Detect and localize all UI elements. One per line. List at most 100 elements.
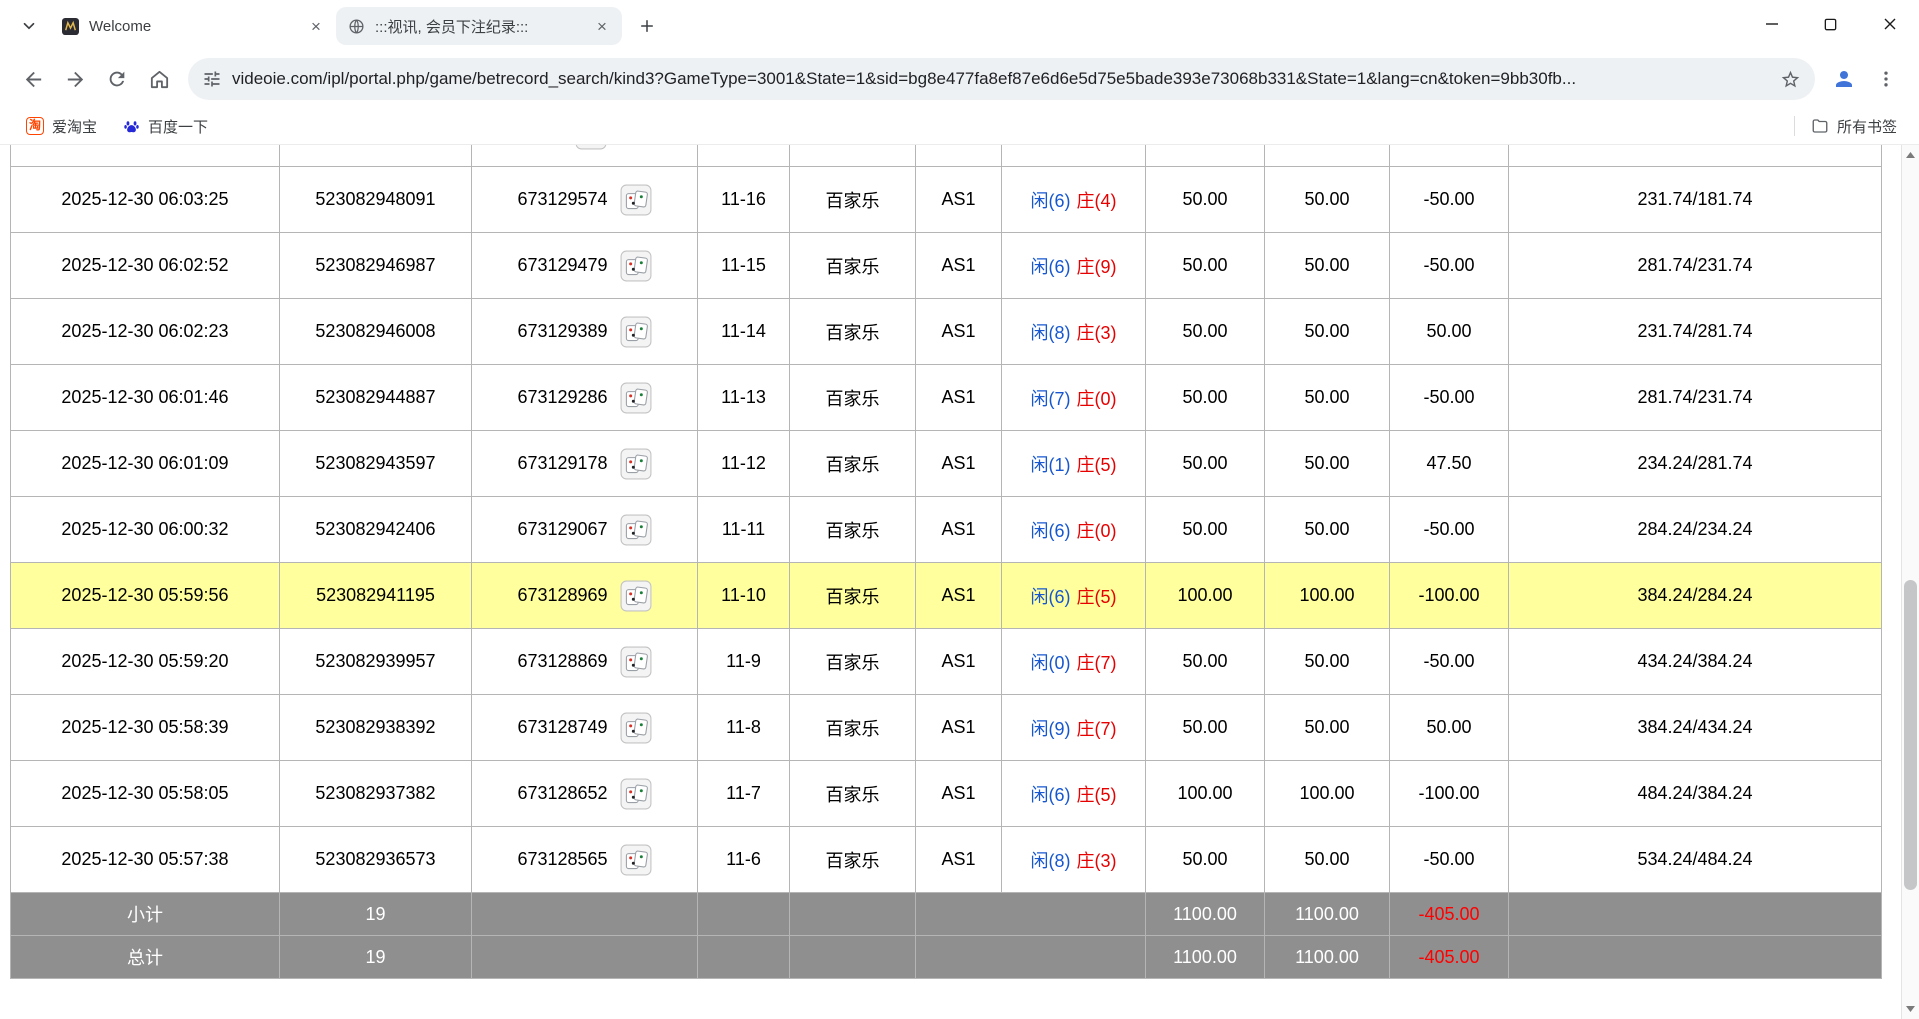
forward-button[interactable] <box>54 58 96 100</box>
table-row[interactable]: 2025-12-30 06:01:09 523082943597 6731291… <box>11 431 1882 497</box>
divider <box>1794 116 1795 136</box>
close-window-button[interactable] <box>1860 0 1919 48</box>
tab-bet-record[interactable]: :::视讯, 会员下注纪录::: × <box>336 7 622 45</box>
cell-bet-amount[interactable] <box>1146 145 1265 167</box>
game-detail-dice-icon[interactable] <box>620 250 652 282</box>
game-detail-dice-icon[interactable] <box>620 778 652 810</box>
table-row[interactable]: 2025-12-30 05:58:39 523082938392 6731287… <box>11 695 1882 761</box>
browser-toolbar: videoie.com/ipl/portal.php/game/betrecor… <box>0 50 1919 108</box>
vertical-scrollbar[interactable] <box>1901 145 1919 1019</box>
table-row[interactable]: 2025-12-30 06:01:46 523082944887 6731292… <box>11 365 1882 431</box>
cell-valid-amount: 50.00 <box>1265 365 1390 431</box>
cell-bet-amount[interactable]: 50.00 <box>1146 233 1265 299</box>
game-detail-dice-icon[interactable] <box>620 580 652 612</box>
reload-button[interactable] <box>96 58 138 100</box>
banker-result: 庄(9) <box>1077 257 1117 277</box>
scrollbar-track[interactable] <box>1902 165 1919 999</box>
cell-win-loss: -50.00 <box>1390 497 1509 563</box>
cell-round: 11-9 <box>698 629 790 695</box>
cell-bet-amount[interactable]: 100.00 <box>1146 563 1265 629</box>
menu-button[interactable] <box>1865 58 1907 100</box>
cell-bet-amount[interactable]: 50.00 <box>1146 365 1265 431</box>
game-detail-dice-icon[interactable] <box>620 448 652 480</box>
profile-button[interactable] <box>1823 58 1865 100</box>
cell-bet-amount[interactable]: 50.00 <box>1146 695 1265 761</box>
site-info-icon[interactable] <box>202 69 222 89</box>
game-detail-dice-icon[interactable] <box>620 646 652 678</box>
bookmark-taobao[interactable]: 淘 爱淘宝 <box>16 112 107 141</box>
tab-welcome[interactable]: Welcome × <box>50 7 336 45</box>
cell-balance: 434.24/384.24 <box>1509 629 1882 695</box>
back-button[interactable] <box>12 58 54 100</box>
minimize-button[interactable] <box>1742 0 1801 48</box>
cell-time: 2025-12-30 06:00:32 <box>11 497 280 563</box>
table-row[interactable]: 2025-12-30 05:57:38 523082936573 6731285… <box>11 827 1882 893</box>
cell-bet-amount[interactable]: 50.00 <box>1146 827 1265 893</box>
summary-empty-cell <box>1509 893 1882 936</box>
cell-bet-amount[interactable]: 50.00 <box>1146 497 1265 563</box>
maximize-button[interactable] <box>1801 0 1860 48</box>
bookmark-star-button[interactable] <box>1773 62 1807 96</box>
tab-search-button[interactable] <box>12 9 46 43</box>
banker-result: 庄(7) <box>1077 719 1117 739</box>
summary-empty-cell <box>790 893 916 936</box>
bookmark-baidu[interactable]: 百度一下 <box>113 112 218 141</box>
table-row[interactable]: 2025-12-30 06:00:32 523082942406 6731290… <box>11 497 1882 563</box>
cell-result <box>1002 145 1146 167</box>
player-result: 闲(1) <box>1031 455 1071 475</box>
table-row[interactable] <box>11 145 1882 167</box>
cell-time: 2025-12-30 05:59:56 <box>11 563 280 629</box>
cell-round: 11-7 <box>698 761 790 827</box>
game-detail-dice-icon[interactable] <box>575 145 607 150</box>
window-controls <box>1742 0 1919 48</box>
table-row[interactable]: 2025-12-30 06:03:25 523082948091 6731295… <box>11 167 1882 233</box>
url-text[interactable]: videoie.com/ipl/portal.php/game/betrecor… <box>232 69 1763 89</box>
table-row[interactable]: 2025-12-30 05:58:05 523082937382 6731286… <box>11 761 1882 827</box>
cell-win-loss: 50.00 <box>1390 695 1509 761</box>
banker-result: 庄(5) <box>1077 455 1117 475</box>
scrollbar-thumb[interactable] <box>1904 580 1917 890</box>
table-row[interactable]: 2025-12-30 05:59:56 523082941195 6731289… <box>11 563 1882 629</box>
cell-table-name <box>916 145 1002 167</box>
tab-title: :::视讯, 会员下注纪录::: <box>375 16 590 37</box>
banker-result: 庄(5) <box>1077 587 1117 607</box>
scroll-up-button[interactable] <box>1902 145 1919 165</box>
browser-titlebar: Welcome × :::视讯, 会员下注纪录::: × <box>0 0 1919 50</box>
game-id-text: 673128869 <box>517 651 607 672</box>
cell-balance: 384.24/284.24 <box>1509 563 1882 629</box>
address-bar[interactable]: videoie.com/ipl/portal.php/game/betrecor… <box>188 58 1815 100</box>
tab-close-icon[interactable]: × <box>590 14 614 38</box>
cell-table-name: AS1 <box>916 629 1002 695</box>
game-id-text: 673129479 <box>517 255 607 276</box>
home-button[interactable] <box>138 58 180 100</box>
cell-balance: 384.24/434.24 <box>1509 695 1882 761</box>
summary-empty-cell <box>916 936 1146 979</box>
cell-table-name: AS1 <box>916 365 1002 431</box>
game-detail-dice-icon[interactable] <box>620 382 652 414</box>
game-detail-dice-icon[interactable] <box>620 712 652 744</box>
cell-bet-amount[interactable]: 50.00 <box>1146 431 1265 497</box>
cell-game-type: 百家乐 <box>790 629 916 695</box>
cell-bet-amount[interactable]: 50.00 <box>1146 299 1265 365</box>
cell-round: 11-10 <box>698 563 790 629</box>
table-row[interactable]: 2025-12-30 05:59:20 523082939957 6731288… <box>11 629 1882 695</box>
game-detail-dice-icon[interactable] <box>620 844 652 876</box>
game-detail-dice-icon[interactable] <box>620 316 652 348</box>
cell-bet-amount[interactable]: 100.00 <box>1146 761 1265 827</box>
scroll-down-button[interactable] <box>1902 999 1919 1019</box>
game-detail-dice-icon[interactable] <box>620 184 652 216</box>
cell-order-no: 523082938392 <box>280 695 472 761</box>
table-row[interactable]: 2025-12-30 06:02:23 523082946008 6731293… <box>11 299 1882 365</box>
cell-result: 闲(6)庄(9) <box>1002 233 1146 299</box>
game-detail-dice-icon[interactable] <box>620 514 652 546</box>
cell-bet-amount[interactable]: 50.00 <box>1146 629 1265 695</box>
cell-bet-amount[interactable]: 50.00 <box>1146 167 1265 233</box>
new-tab-button[interactable] <box>630 9 664 43</box>
player-result: 闲(6) <box>1031 785 1071 805</box>
cell-balance <box>1509 145 1882 167</box>
table-row[interactable]: 2025-12-30 06:02:52 523082946987 6731294… <box>11 233 1882 299</box>
cell-order-no: 523082939957 <box>280 629 472 695</box>
cell-round: 11-14 <box>698 299 790 365</box>
tab-close-icon[interactable]: × <box>304 14 328 38</box>
all-bookmarks-button[interactable]: 所有书签 <box>1805 112 1903 141</box>
